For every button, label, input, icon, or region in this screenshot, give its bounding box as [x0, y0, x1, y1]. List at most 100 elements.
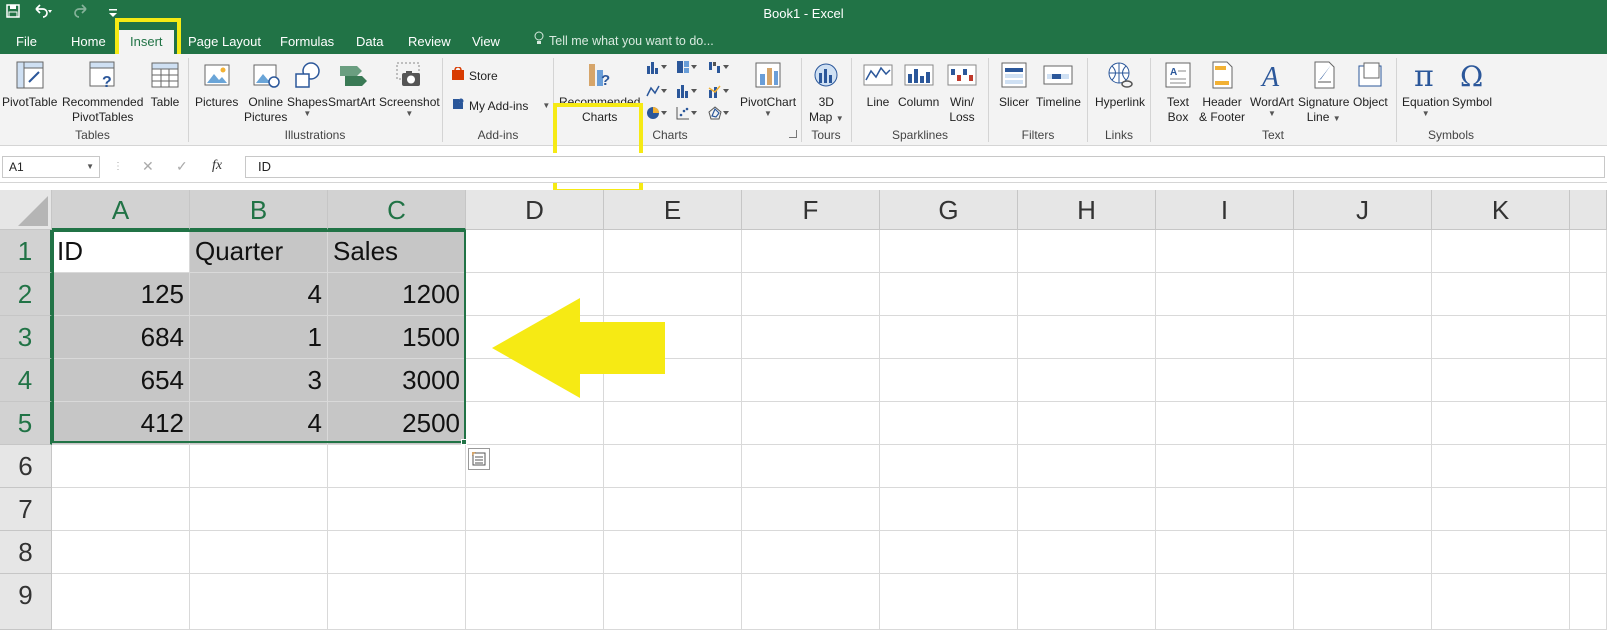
pivotchart-button[interactable]: PivotChart ▼ — [740, 58, 796, 118]
enter-icon[interactable]: ✓ — [176, 158, 188, 175]
cell-i2[interactable] — [1156, 273, 1294, 316]
cell-k4[interactable] — [1432, 359, 1570, 402]
cell-l8[interactable] — [1570, 531, 1607, 574]
timeline-button[interactable]: Timeline — [1036, 58, 1081, 110]
cell-b7[interactable] — [190, 488, 328, 531]
cell-i1[interactable] — [1156, 230, 1294, 273]
column-header-l[interactable] — [1570, 190, 1607, 230]
cell-g3[interactable] — [880, 316, 1018, 359]
column-header-c[interactable]: C — [328, 190, 466, 230]
cell-l6[interactable] — [1570, 445, 1607, 488]
column-header-h[interactable]: H — [1018, 190, 1156, 230]
cell-f3[interactable] — [742, 316, 880, 359]
cell-c5[interactable]: 2500 — [328, 402, 466, 445]
object-button[interactable]: Object — [1353, 58, 1388, 110]
cell-h9[interactable] — [1018, 574, 1156, 630]
cell-f6[interactable] — [742, 445, 880, 488]
row-header-3[interactable]: 3 — [0, 316, 52, 359]
cell-d1[interactable] — [466, 230, 604, 273]
tab-page-layout[interactable]: Page Layout — [188, 29, 261, 54]
cell-h4[interactable] — [1018, 359, 1156, 402]
cell-i6[interactable] — [1156, 445, 1294, 488]
cell-a3[interactable]: 684 — [52, 316, 190, 359]
tab-file[interactable]: File — [16, 29, 37, 54]
cell-b4[interactable]: 3 — [190, 359, 328, 402]
cell-e8[interactable] — [604, 531, 742, 574]
cell-d9[interactable] — [466, 574, 604, 630]
cell-h2[interactable] — [1018, 273, 1156, 316]
cell-f8[interactable] — [742, 531, 880, 574]
pictures-button[interactable]: Pictures — [195, 58, 238, 110]
quick-analysis-button[interactable] — [468, 448, 490, 470]
cell-i8[interactable] — [1156, 531, 1294, 574]
row-header-7[interactable]: 7 — [0, 488, 52, 531]
cell-c3[interactable]: 1500 — [328, 316, 466, 359]
cell-k9[interactable] — [1432, 574, 1570, 630]
text-box-button[interactable]: A Text Box — [1162, 58, 1194, 125]
row-header-6[interactable]: 6 — [0, 445, 52, 488]
cell-f5[interactable] — [742, 402, 880, 445]
cell-g9[interactable] — [880, 574, 1018, 630]
column-header-f[interactable]: F — [742, 190, 880, 230]
cell-i7[interactable] — [1156, 488, 1294, 531]
cell-k6[interactable] — [1432, 445, 1570, 488]
column-header-j[interactable]: J — [1294, 190, 1432, 230]
cell-b3[interactable]: 1 — [190, 316, 328, 359]
scatter-chart-button[interactable] — [676, 106, 698, 123]
column-header-d[interactable]: D — [466, 190, 604, 230]
cell-j5[interactable] — [1294, 402, 1432, 445]
cell-l4[interactable] — [1570, 359, 1607, 402]
screenshot-button[interactable]: Screenshot ▼ — [379, 58, 440, 118]
row-header-9[interactable]: 9 — [0, 574, 52, 630]
statistic-chart-button[interactable] — [676, 84, 698, 101]
tab-insert[interactable]: Insert — [119, 30, 174, 56]
cell-j4[interactable] — [1294, 359, 1432, 402]
cell-b1[interactable]: Quarter — [190, 230, 328, 273]
cell-e7[interactable] — [604, 488, 742, 531]
slicer-button[interactable]: Slicer — [998, 58, 1030, 110]
cell-b2[interactable]: 4 — [190, 273, 328, 316]
column-header-k[interactable]: K — [1432, 190, 1570, 230]
shapes-button[interactable]: Shapes ▼ — [287, 58, 328, 118]
cell-c9[interactable] — [328, 574, 466, 630]
online-pictures-button[interactable]: Online Pictures — [244, 58, 287, 125]
cell-c6[interactable] — [328, 445, 466, 488]
cell-k2[interactable] — [1432, 273, 1570, 316]
cell-b6[interactable] — [190, 445, 328, 488]
cell-g5[interactable] — [880, 402, 1018, 445]
cell-d5[interactable] — [466, 402, 604, 445]
recommended-pivottables-button[interactable]: ? Recommended PivotTables — [62, 58, 143, 125]
cell-i9[interactable] — [1156, 574, 1294, 630]
cell-f2[interactable] — [742, 273, 880, 316]
cell-a4[interactable]: 654 — [52, 359, 190, 402]
tab-home[interactable]: Home — [71, 29, 106, 54]
cell-l5[interactable] — [1570, 402, 1607, 445]
cell-a1[interactable]: ID — [52, 230, 190, 273]
cell-d7[interactable] — [466, 488, 604, 531]
combo-chart-button[interactable] — [708, 84, 730, 101]
column-header-e[interactable]: E — [604, 190, 742, 230]
cell-e1[interactable] — [604, 230, 742, 273]
cell-h6[interactable] — [1018, 445, 1156, 488]
my-addins-button[interactable]: My Add-ins ▼ — [451, 97, 550, 114]
cell-h5[interactable] — [1018, 402, 1156, 445]
cell-k8[interactable] — [1432, 531, 1570, 574]
insert-function-icon[interactable]: fx — [212, 158, 222, 174]
row-header-4[interactable]: 4 — [0, 359, 52, 402]
pie-chart-button[interactable] — [646, 106, 668, 123]
sparkline-winloss-button[interactable]: Win/ Loss — [946, 58, 978, 125]
cell-f1[interactable] — [742, 230, 880, 273]
cell-j1[interactable] — [1294, 230, 1432, 273]
signature-line-button[interactable]: Signature Line ▼ — [1298, 58, 1349, 125]
hierarchy-chart-button[interactable] — [676, 60, 698, 77]
cell-j3[interactable] — [1294, 316, 1432, 359]
store-button[interactable]: Store — [451, 66, 498, 84]
3d-map-button[interactable]: 3D Map ▼ — [809, 58, 844, 125]
cell-k3[interactable] — [1432, 316, 1570, 359]
cell-j8[interactable] — [1294, 531, 1432, 574]
fill-handle[interactable] — [461, 439, 467, 445]
cell-i4[interactable] — [1156, 359, 1294, 402]
cell-c8[interactable] — [328, 531, 466, 574]
cell-e6[interactable] — [604, 445, 742, 488]
cell-a5[interactable]: 412 — [52, 402, 190, 445]
